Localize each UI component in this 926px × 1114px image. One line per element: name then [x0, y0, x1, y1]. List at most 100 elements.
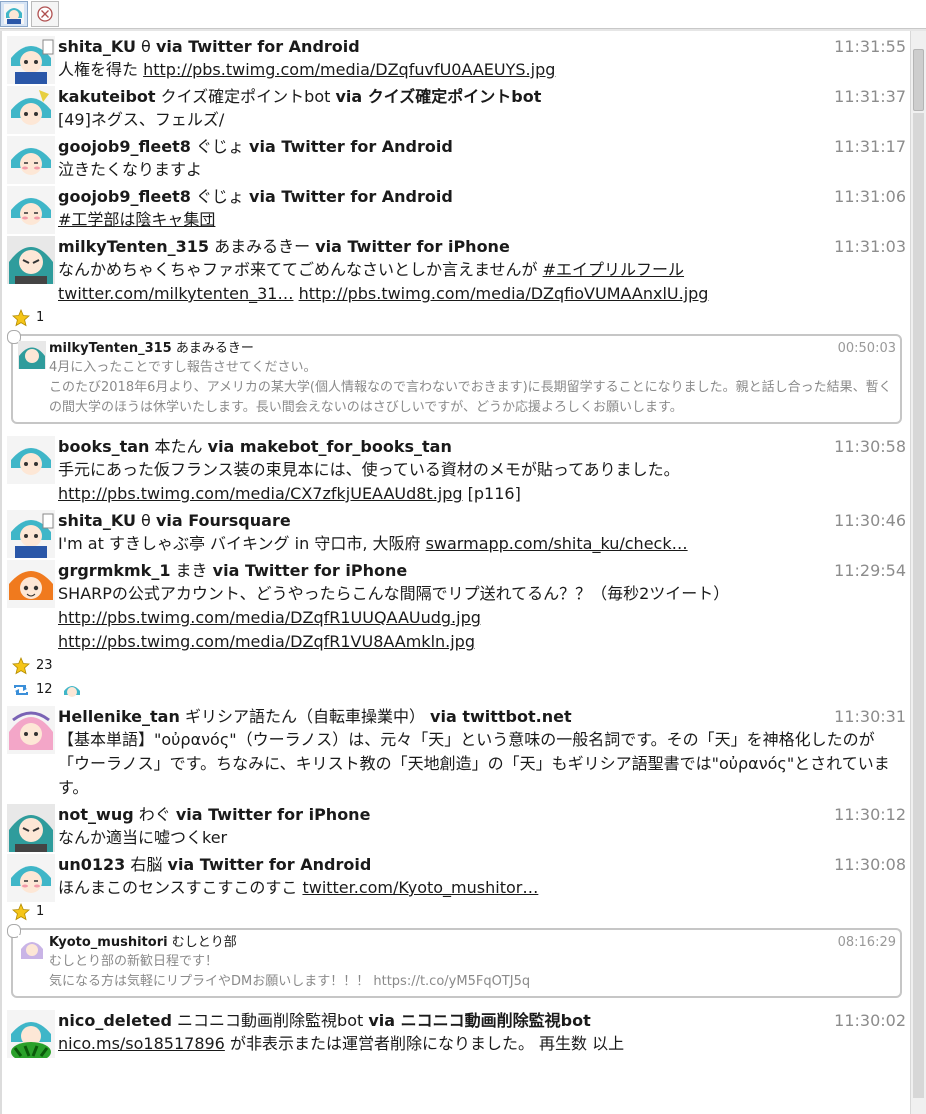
client-name: via Twitter for Android [167, 855, 372, 874]
tweet[interactable]: shita_KU θ via Twitter for Android 11:31:… [2, 32, 910, 84]
tweet[interactable]: milkyTenten_315 あまみるきー via Twitter for i… [2, 232, 910, 424]
avatar[interactable] [7, 236, 55, 284]
avatar[interactable] [7, 36, 55, 84]
scroll-thumb[interactable] [913, 49, 924, 111]
tweet[interactable]: Hellenike_tan ギリシア語たん（自転車操業中） via twittb… [2, 702, 910, 800]
tweet[interactable]: not_wug わぐ via Twitter for iPhone 11:30:1… [2, 800, 910, 852]
tweet-time[interactable]: 11:31:06 [834, 186, 906, 208]
star-icon[interactable] [12, 903, 30, 921]
screen-name[interactable]: shita_KU [58, 511, 136, 530]
quoted-avatar[interactable] [18, 935, 46, 963]
tweet-header: grgrmkmk_1 まき via Twitter for iPhone 11:2… [58, 560, 906, 582]
avatar[interactable] [7, 706, 55, 754]
tweet-link[interactable]: http://pbs.twimg.com/media/CX7zfkjUEAAUd… [58, 484, 463, 503]
tweet-time[interactable]: 11:30:31 [834, 706, 906, 728]
avatar[interactable] [7, 136, 55, 184]
tweet-time[interactable]: 11:29:54 [834, 560, 906, 582]
quoted-time[interactable]: 08:16:29 [838, 934, 896, 952]
scroll-down-button[interactable] [911, 1098, 926, 1114]
tweet-time[interactable]: 11:31:37 [834, 86, 906, 108]
quoted-avatar[interactable] [18, 341, 46, 369]
quoted-header: milkyTenten_315 あまみるきー 00:50:03 [49, 340, 896, 358]
timeline[interactable]: shita_KU θ via Twitter for Android 11:31:… [2, 32, 910, 1114]
quoted-time[interactable]: 00:50:03 [838, 340, 896, 358]
account-tab-secondary[interactable] [31, 1, 59, 27]
screen-name[interactable]: goojob9_fleet8 [58, 187, 191, 206]
screen-name[interactable]: kakuteibot [58, 87, 156, 106]
vertical-scrollbar[interactable] [910, 31, 926, 1114]
tweet-link[interactable]: http://pbs.twimg.com/media/DZqfR1VU8AAmk… [58, 632, 475, 651]
screen-name[interactable]: books_tan [58, 437, 149, 456]
tweet-link[interactable]: swarmapp.com/shita_ku/check… [426, 534, 688, 553]
display-name: まき [175, 561, 208, 580]
tweet[interactable]: grgrmkmk_1 まき via Twitter for iPhone 11:2… [2, 556, 910, 702]
favorite-row: 1 [6, 306, 906, 330]
tweet-header: Hellenike_tan ギリシア語たん（自転車操業中） via twittb… [58, 706, 906, 728]
display-name: ぐじょ [195, 137, 244, 156]
tweet-time[interactable]: 11:31:17 [834, 136, 906, 158]
avatar[interactable] [7, 436, 55, 484]
tweet-header: books_tan 本たん via makebot_for_books_tan 1… [58, 436, 906, 458]
account-tab-active[interactable] [0, 1, 28, 27]
tweet-time[interactable]: 11:30:08 [834, 854, 906, 876]
tweet-link[interactable]: http://pbs.twimg.com/media/DZqfR1UUQAAUu… [58, 608, 481, 627]
screen-name[interactable]: shita_KU [58, 37, 136, 56]
tweet[interactable]: books_tan 本たん via makebot_for_books_tan 1… [2, 432, 910, 506]
hashtag-link[interactable]: #エイプリルフール [543, 260, 684, 279]
tweet[interactable]: shita_KU θ via Foursquare 11:30:46 I'm at… [2, 506, 910, 558]
client-name: via Twitter for Android [249, 187, 453, 206]
avatar[interactable] [7, 1010, 55, 1058]
screen-name[interactable]: nico_deleted [58, 1011, 172, 1030]
avatar[interactable] [7, 560, 55, 608]
tweet[interactable]: nico_deleted ニコニコ動画削除監視bot via ニコニコ動画削除監… [2, 1006, 910, 1058]
tweet-header: kakuteibot クイズ確定ポイントbot via クイズ確定ポイントbot… [58, 86, 906, 108]
scroll-track[interactable] [913, 113, 924, 1098]
avatar[interactable] [7, 854, 55, 902]
tweet-link[interactable]: http://pbs.twimg.com/media/DZqfioVUMAAnx… [299, 284, 709, 303]
tweet-time[interactable]: 11:30:12 [834, 804, 906, 826]
client-name: via Twitter for iPhone [315, 237, 510, 256]
quoted-screen-name[interactable]: Kyoto_mushitori [49, 935, 168, 950]
tweet-text: なんか適当に嘘つくker [58, 826, 906, 850]
tweet[interactable]: kakuteibot クイズ確定ポイントbot via クイズ確定ポイントbot… [2, 82, 910, 134]
quoted-display-name: あまみるきー [175, 341, 254, 356]
screen-name[interactable]: Hellenike_tan [58, 707, 180, 726]
tweet-time[interactable]: 11:31:55 [834, 36, 906, 58]
avatar[interactable] [7, 86, 55, 134]
star-icon[interactable] [12, 657, 30, 675]
avatar[interactable] [7, 510, 55, 558]
text: なんかめちゃくちゃファボ来ててごめんなさいとしか言えませんが [58, 260, 543, 279]
star-icon[interactable] [12, 309, 30, 327]
tweet-link[interactable]: twitter.com/Kyoto_mushitor… [302, 878, 538, 897]
screen-name[interactable]: goojob9_fleet8 [58, 137, 191, 156]
scroll-up-button[interactable] [911, 31, 926, 47]
tweet[interactable]: un0123 右脳 via Twitter for Android 11:30:0… [2, 850, 910, 998]
quoted-text: 4月に入ったことですし報告させてください。 このたび2018年6月より、アメリカの… [49, 358, 896, 418]
tweet-link[interactable]: nico.ms/so18517896 [58, 1034, 225, 1053]
client-name: via Foursquare [155, 511, 291, 530]
tweet-time[interactable]: 11:30:58 [834, 436, 906, 458]
display-name: 右脳 [130, 855, 163, 874]
tweet-time[interactable]: 11:31:03 [834, 236, 906, 258]
tweet-link[interactable]: twitter.com/milkytenten_31… [58, 284, 293, 303]
tweet-time[interactable]: 11:30:46 [834, 510, 906, 532]
quoted-tweet[interactable]: Kyoto_mushitori むしとり部 08:16:29 むしとり部の新歓日程… [7, 924, 902, 998]
screen-name[interactable]: not_wug [58, 805, 134, 824]
avatar[interactable] [7, 804, 55, 852]
tweet[interactable]: goojob9_fleet8 ぐじょ via Twitter for Andro… [2, 132, 910, 184]
tweet-time[interactable]: 11:30:02 [834, 1010, 906, 1032]
quoted-tweet[interactable]: milkyTenten_315 あまみるきー 00:50:03 4月に入ったことで… [7, 330, 902, 424]
display-name: θ [141, 511, 151, 530]
tweet[interactable]: goojob9_fleet8 ぐじょ via Twitter for Andro… [2, 182, 910, 234]
text: I'm at すきしゃぶ亭 バイキング in 守口市, 大阪府 [58, 534, 426, 553]
hashtag-link[interactable]: #工学部は陰キャ集団 [58, 210, 215, 229]
screen-name[interactable]: un0123 [58, 855, 125, 874]
tweet-text: [49]ネグス、フェルズ/ [58, 108, 906, 132]
screen-name[interactable]: milkyTenten_315 [58, 237, 209, 256]
retweet-icon[interactable] [12, 681, 30, 699]
retweeter-avatar[interactable] [61, 679, 83, 701]
quoted-screen-name[interactable]: milkyTenten_315 [49, 341, 172, 356]
tweet-link[interactable]: http://pbs.twimg.com/media/DZqfuvfU0AAEU… [143, 60, 555, 79]
screen-name[interactable]: grgrmkmk_1 [58, 561, 170, 580]
avatar[interactable] [7, 186, 55, 234]
